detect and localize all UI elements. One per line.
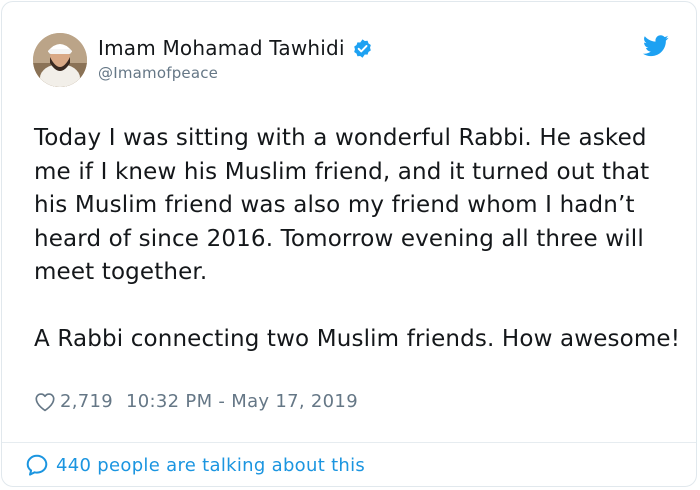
like-count[interactable]: 2,719 [60, 391, 113, 412]
tweet-meta: 2,719 10:32 PM - May 17, 2019 [34, 390, 358, 413]
heart-icon[interactable] [34, 391, 56, 413]
tweet-text: Today I was sitting with a wonderful Rab… [34, 125, 681, 352]
tweet-header: Imam Mohamad Tawhidi @Imamofpeace [33, 33, 673, 89]
author-block[interactable]: Imam Mohamad Tawhidi @Imamofpeace [98, 35, 373, 82]
speech-bubble-icon [25, 453, 49, 477]
author-display-name[interactable]: Imam Mohamad Tawhidi [98, 36, 345, 60]
tweet-timestamp[interactable]: 10:32 PM - May 17, 2019 [126, 391, 358, 412]
conversation-link[interactable]: 440 people are talking about this [25, 453, 365, 477]
divider [2, 442, 696, 443]
avatar[interactable] [33, 33, 87, 87]
verified-badge-icon [352, 38, 373, 59]
twitter-bird-icon[interactable] [643, 35, 669, 57]
tweet-card[interactable]: Imam Mohamad Tawhidi @Imamofpeace Today … [1, 1, 697, 487]
author-handle[interactable]: @Imamofpeace [98, 64, 373, 82]
conversation-link-text[interactable]: 440 people are talking about this [56, 455, 365, 476]
